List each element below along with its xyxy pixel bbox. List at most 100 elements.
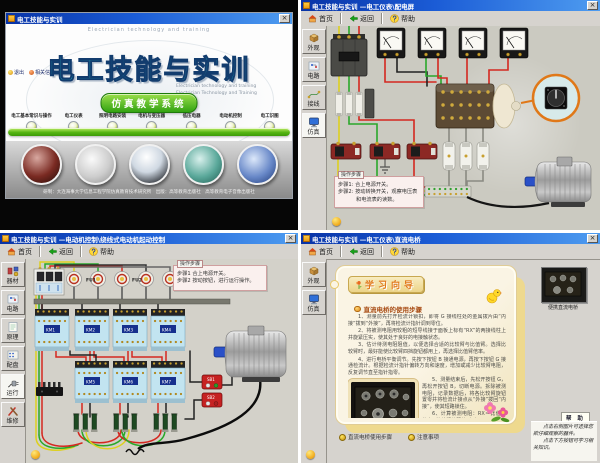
link-usage-steps[interactable]: 直流电桥使用步骤 [339, 433, 392, 441]
wiring-icon [307, 88, 321, 100]
product-photo-components[interactable] [237, 144, 278, 185]
circuit-breaker[interactable] [34, 267, 64, 295]
home-button[interactable]: 首页 [304, 246, 337, 258]
help-text-line: 点击右侧图片可选择您欲仔细观察的器件。 [533, 424, 595, 438]
help-button[interactable]: 帮助 [386, 13, 419, 25]
button-label-sb2: SB2 [207, 395, 215, 400]
sidebar-label: 电路 [2, 306, 24, 313]
help-label: 帮助 [401, 247, 415, 257]
close-button[interactable]: × [587, 234, 598, 243]
link-precautions[interactable]: 注意事项 [408, 433, 439, 441]
contactor-km7[interactable]: KM7 [151, 361, 185, 403]
app-icon [8, 15, 15, 22]
bus-bar [34, 299, 230, 304]
corner-smiley-icon[interactable] [31, 450, 40, 459]
magnifier-callout[interactable] [521, 75, 579, 121]
contactor-km2[interactable]: KM2 [75, 309, 109, 351]
contactor-km3[interactable]: KM3 [113, 309, 147, 351]
cube-icon [307, 32, 321, 44]
close-button[interactable]: × [285, 234, 296, 243]
button-label-sb1: SB1 [207, 377, 215, 382]
pushbutton-station-2[interactable]: SB2 [202, 393, 222, 407]
menu-label: 电工仪表 [56, 112, 91, 118]
home-icon [7, 247, 16, 256]
grid-dots-icon [6, 349, 20, 361]
titlebar: 电工技能与实训 —电工仪表\直流电桥 × [301, 233, 600, 244]
contactor-km4[interactable]: KM4 [151, 309, 185, 351]
circuit-icon [6, 293, 20, 305]
sidebar-label: 外观 [303, 278, 325, 285]
sidebar-item-appearance[interactable]: 外观 [302, 29, 326, 54]
splash-window: 电工技能与实训 × Electrician technology and tra… [6, 13, 292, 198]
product-photo-band: 研制：大连海事大学信息工程学院仿真教育技术研究所 出版：高等教育出版社 高等教育… [6, 141, 292, 198]
sidebar-label: 运行 [2, 390, 24, 397]
app-icon [303, 235, 310, 242]
back-button[interactable]: 返回 [345, 246, 378, 258]
sidebar-item-simulation[interactable]: 仿真 [302, 290, 326, 315]
help-label: 帮助 [100, 247, 114, 257]
window-title: 电工技能与实训 —电工仪表\配电屏 [312, 1, 585, 11]
sidebar-label: 接线 [303, 101, 325, 108]
sidebar-item-run[interactable]: 运行 [1, 374, 25, 399]
back-button[interactable]: 返回 [345, 13, 378, 25]
sidebar-item-panel-layout[interactable]: 配盘 [1, 346, 25, 371]
ground-symbol [380, 167, 390, 173]
product-photo-meter[interactable] [75, 144, 116, 185]
fuse-links[interactable] [443, 142, 489, 170]
sidebar-label: 仿真 [303, 129, 325, 136]
help-button[interactable]: 帮助 [386, 246, 419, 258]
fuse-row[interactable]: FU1 FU2 [67, 272, 178, 287]
menu-label: 电工基本常识与操作 [11, 112, 52, 118]
product-photo-pliers[interactable] [21, 144, 62, 185]
cube-icon [307, 265, 321, 277]
steps-body: 步骤1: 合上电源开关。 步骤2: 按动转换开关，观察电压表 和电流表的读数。 [335, 177, 423, 206]
guide-paragraph: 2、将被测电阻用较粗的短导线接于面板上标有“RX”的两接线柱上并旋紧压实，使其处… [348, 328, 506, 341]
contactor-label: KM3 [124, 328, 133, 333]
fuse-cartridges[interactable] [336, 89, 375, 118]
guide-title-tab: 学习向导 [348, 276, 424, 293]
cam-switch[interactable] [436, 84, 521, 128]
sidebar-item-principle[interactable]: 原理 [1, 318, 25, 343]
sidebar-item-repair[interactable]: 维修 [1, 402, 25, 427]
home-button[interactable]: 首页 [3, 246, 36, 258]
contactor-km5[interactable]: KM5 [75, 361, 109, 403]
dc-bridge-photo[interactable] [348, 379, 418, 418]
motor [214, 326, 286, 382]
titlebar: 电工技能与实训 —电工仪表\配电屏 × [301, 0, 600, 11]
back-button[interactable]: 返回 [44, 246, 77, 258]
sidebar: 外观 仿真 [301, 259, 327, 463]
contactor-km1[interactable]: KM1 [35, 309, 69, 351]
sidebar-item-simulation[interactable]: 仿真 [302, 113, 326, 138]
sidebar-item-circuit[interactable]: 电路 [1, 290, 25, 315]
toolbar-separator [39, 246, 41, 257]
subtitle-capsule: 仿真教学系统 [100, 93, 197, 113]
contactor-km6[interactable]: KM6 [113, 361, 147, 403]
corner-smiley-icon[interactable] [306, 450, 315, 459]
sidebar-item-appearance[interactable]: 外观 [302, 262, 326, 287]
pushbutton-station-1[interactable]: SB1 [202, 375, 222, 389]
link-label: 直流电桥使用步骤 [348, 433, 392, 441]
analog-meter-3 [459, 28, 487, 58]
corner-smiley-icon[interactable] [332, 217, 341, 226]
motor [525, 157, 591, 207]
dc-bridge-photo-graphic [351, 382, 415, 418]
home-icon [308, 247, 317, 256]
bullet-sphere-icon [339, 434, 346, 441]
sidebar-item-equipment[interactable]: 器材 [1, 262, 25, 287]
close-button[interactable]: × [279, 14, 290, 23]
help-button[interactable]: 帮助 [85, 246, 118, 258]
toolbar: 首页 返回 帮助 [301, 11, 600, 27]
close-button[interactable]: × [587, 1, 598, 10]
component-thumbnail[interactable] [541, 267, 587, 303]
sidebar-item-circuit[interactable]: 电路 [302, 57, 326, 82]
parts-icon [6, 265, 20, 277]
product-photo-motor[interactable] [183, 144, 224, 185]
menu-label: 电机与变压器 [134, 112, 169, 118]
sidebar-item-wiring[interactable]: 接线 [302, 85, 326, 110]
contactor-label: KM4 [162, 328, 171, 333]
product-photo-device[interactable] [129, 144, 170, 185]
sidebar-label: 电路 [303, 73, 325, 80]
window-title: 电工技能与实训 —电动机控制\绕线式电动机起动控制 [11, 234, 283, 244]
circuit-breaker[interactable] [331, 34, 367, 76]
home-button[interactable]: 首页 [304, 13, 337, 25]
